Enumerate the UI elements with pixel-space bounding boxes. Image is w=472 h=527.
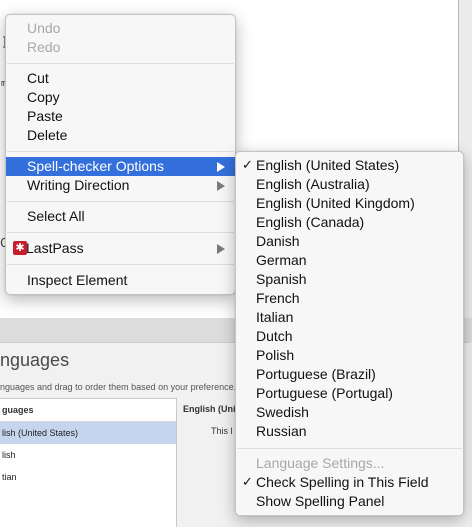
- language-item-polish[interactable]: Polish: [236, 346, 463, 365]
- languages-list-item[interactable]: tian: [0, 466, 176, 488]
- menu-item-language-settings[interactable]: Language Settings...: [236, 454, 463, 473]
- languages-panel-subtitle: nguages and drag to order them based on …: [0, 382, 237, 392]
- language-item-german[interactable]: German: [236, 251, 463, 270]
- menu-separator: [7, 151, 234, 152]
- menu-item-redo[interactable]: Redo: [6, 38, 235, 57]
- menu-item-label: Spell-checker Options: [27, 158, 164, 174]
- language-item-danish[interactable]: Danish: [236, 232, 463, 251]
- menu-separator: [7, 232, 234, 233]
- menu-item-inspect-element[interactable]: Inspect Element: [6, 271, 235, 290]
- language-item-english-uk[interactable]: English (United Kingdom): [236, 194, 463, 213]
- languages-list-header: guages: [0, 399, 176, 422]
- menu-item-lastpass[interactable]: ✱ LastPass: [6, 239, 235, 258]
- menu-item-select-all[interactable]: Select All: [6, 207, 235, 226]
- language-detail-title: English (Uni: [183, 404, 236, 414]
- menu-separator: [237, 448, 462, 449]
- lastpass-icon: ✱: [13, 241, 27, 255]
- language-item-dutch[interactable]: Dutch: [236, 327, 463, 346]
- menu-item-paste[interactable]: Paste: [6, 107, 235, 126]
- languages-list-item[interactable]: lish: [0, 444, 176, 466]
- languages-list-item[interactable]: lish (United States): [0, 422, 176, 444]
- checkmark-icon: ✓: [242, 158, 253, 173]
- language-item-english-canada[interactable]: English (Canada): [236, 213, 463, 232]
- languages-panel-title: nguages: [0, 350, 70, 370]
- language-item-portuguese-brazil[interactable]: Portuguese (Brazil): [236, 365, 463, 384]
- menu-separator: [7, 63, 234, 64]
- menu-item-spell-checker-options[interactable]: Spell-checker Options: [6, 157, 235, 176]
- language-item-english-us[interactable]: ✓ English (United States): [236, 156, 463, 175]
- menu-item-label: Check Spelling in This Field: [256, 474, 429, 490]
- language-item-portuguese-portugal[interactable]: Portuguese (Portugal): [236, 384, 463, 403]
- spell-checker-submenu: ✓ English (United States) English (Austr…: [235, 151, 464, 516]
- language-item-french[interactable]: French: [236, 289, 463, 308]
- language-detail-text: This l: [211, 426, 233, 436]
- menu-item-label: LastPass: [26, 240, 84, 256]
- submenu-arrow-icon: [217, 162, 225, 172]
- language-item-english-australia[interactable]: English (Australia): [236, 175, 463, 194]
- checkmark-icon: ✓: [242, 475, 253, 490]
- submenu-arrow-icon: [217, 181, 225, 191]
- menu-item-cut[interactable]: Cut: [6, 69, 235, 88]
- menu-item-show-spelling-panel[interactable]: Show Spelling Panel: [236, 492, 463, 511]
- language-item-italian[interactable]: Italian: [236, 308, 463, 327]
- submenu-arrow-icon: [217, 244, 225, 254]
- language-label: English (United States): [256, 157, 400, 173]
- language-item-russian[interactable]: Russian: [236, 422, 463, 441]
- menu-item-check-spelling[interactable]: ✓ Check Spelling in This Field: [236, 473, 463, 492]
- menu-item-undo[interactable]: Undo: [6, 19, 235, 38]
- menu-separator: [7, 264, 234, 265]
- menu-item-copy[interactable]: Copy: [6, 88, 235, 107]
- context-menu: Undo Redo Cut Copy Paste Delete Spell-ch…: [5, 14, 236, 295]
- menu-item-writing-direction[interactable]: Writing Direction: [6, 176, 235, 195]
- menu-item-delete[interactable]: Delete: [6, 126, 235, 145]
- languages-list: guages lish (United States) lish tian: [0, 398, 177, 527]
- language-item-swedish[interactable]: Swedish: [236, 403, 463, 422]
- language-item-spanish[interactable]: Spanish: [236, 270, 463, 289]
- menu-item-label: Writing Direction: [27, 177, 130, 193]
- menu-separator: [7, 201, 234, 202]
